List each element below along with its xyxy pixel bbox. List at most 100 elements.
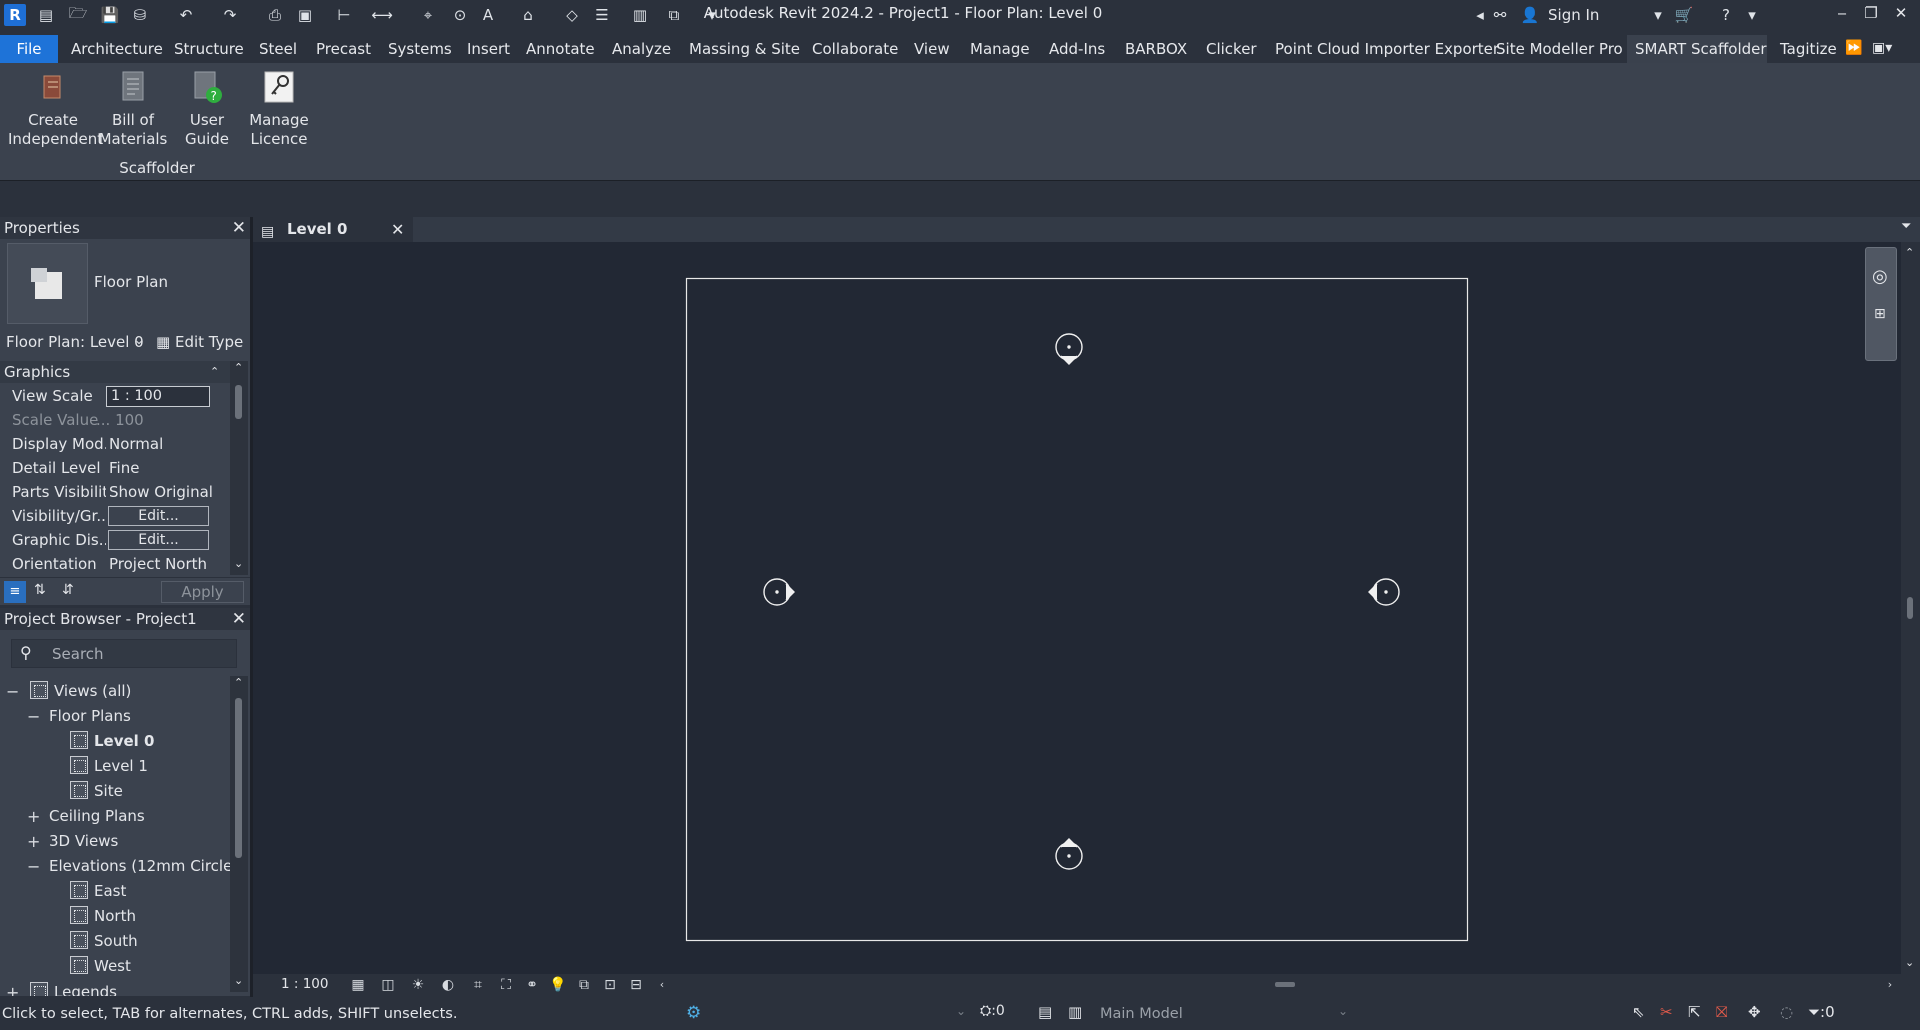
- apply-button[interactable]: Apply: [161, 581, 244, 603]
- thin-lines-icon[interactable]: ☰: [592, 5, 612, 25]
- collapse-icon[interactable]: −: [27, 854, 40, 879]
- pdf-icon[interactable]: ▣: [295, 5, 315, 25]
- canvas-vertical-scrollbar[interactable]: ⌃ ⌄: [1901, 242, 1920, 976]
- tag-icon[interactable]: ⌖: [418, 5, 438, 25]
- chevron-down-icon[interactable]: ▾: [1648, 5, 1668, 25]
- sort-descending-icon[interactable]: ⇵: [62, 582, 74, 598]
- crop-region[interactable]: [685, 277, 1469, 942]
- tab-view[interactable]: View: [906, 35, 958, 63]
- west-elevation-marker[interactable]: [763, 578, 795, 606]
- canvas-v-thumb[interactable]: [1907, 597, 1913, 619]
- close-icon[interactable]: ✕: [232, 608, 246, 630]
- user-guide-button[interactable]: ? User Guide: [168, 69, 246, 149]
- chevron-left-icon[interactable]: ◂: [1470, 5, 1490, 25]
- prop-row-orientation[interactable]: Orientation Project North: [0, 552, 228, 576]
- display-model-value[interactable]: Normal: [109, 432, 225, 456]
- visual-style-icon[interactable]: ◫: [379, 976, 397, 994]
- tab-list-chevron-icon[interactable]: ⏷: [1901, 219, 1911, 234]
- browser-scroll-thumb[interactable]: [235, 698, 242, 858]
- expand-icon[interactable]: +: [6, 980, 19, 996]
- edit-type-button[interactable]: ▦ Edit Type: [156, 333, 243, 351]
- workset-dropdown-icon[interactable]: ⌄: [956, 1004, 966, 1018]
- tab-barbox[interactable]: BARBOX: [1117, 35, 1195, 63]
- tab-file[interactable]: File: [0, 35, 58, 63]
- text-icon[interactable]: A: [478, 5, 498, 25]
- minimize-button[interactable]: ‒: [1829, 4, 1855, 26]
- scroll-left-icon[interactable]: ‹: [653, 976, 671, 994]
- crop-region-icon[interactable]: ⛶: [497, 976, 515, 994]
- tab-point-cloud[interactable]: Point Cloud Importer Exporter: [1267, 35, 1507, 63]
- more-tabs-icon[interactable]: ⏩: [1845, 40, 1862, 56]
- tree-level-1[interactable]: Level 1: [70, 754, 148, 779]
- close-icon[interactable]: ✕: [232, 217, 246, 239]
- sort-ascending-icon[interactable]: ⇅: [34, 582, 46, 598]
- view-scale-control[interactable]: 1 : 100: [281, 976, 329, 992]
- cart-icon[interactable]: 🛒: [1674, 5, 1694, 25]
- undo-icon[interactable]: ↶: [176, 5, 196, 25]
- prop-row-parts-visibility[interactable]: Parts Visibility Show Original: [0, 480, 228, 504]
- sun-path-icon[interactable]: ☀: [409, 976, 427, 994]
- tab-smart-scaffolder[interactable]: SMART Scaffolder: [1627, 35, 1767, 63]
- expand-icon[interactable]: +: [27, 804, 40, 829]
- scroll-up-icon[interactable]: ⌃: [234, 361, 243, 374]
- graphic-display-edit-button[interactable]: Edit...: [108, 530, 209, 550]
- manage-licence-button[interactable]: Manage Licence: [246, 69, 312, 149]
- tree-level-0[interactable]: Level 0: [70, 729, 154, 754]
- instance-selector[interactable]: Floor Plan: Level 0: [6, 333, 144, 351]
- revit-app-icon[interactable]: R: [4, 4, 26, 26]
- analytical-model-icon[interactable]: ⊟: [627, 976, 645, 994]
- tab-massing-site[interactable]: Massing & Site: [681, 35, 808, 63]
- model-selector[interactable]: Main Model: [1100, 1006, 1183, 1022]
- background-processes-icon[interactable]: ◌: [1780, 1003, 1793, 1021]
- save-icon[interactable]: 💾: [100, 5, 120, 25]
- reveal-hidden-icon[interactable]: 💡: [549, 976, 567, 994]
- tab-add-ins[interactable]: Add-Ins: [1041, 35, 1113, 63]
- properties-scrollbar[interactable]: ⌃ ⌄: [230, 361, 248, 575]
- tab-architecture[interactable]: Architecture: [63, 35, 171, 63]
- close-window-button[interactable]: ✕: [1888, 4, 1914, 26]
- zoom-icon[interactable]: ⊞: [1874, 306, 1886, 322]
- orientation-value[interactable]: Project North: [109, 552, 225, 576]
- tab-systems[interactable]: Systems: [380, 35, 460, 63]
- close-tab-icon[interactable]: ✕: [391, 217, 404, 242]
- collapse-icon[interactable]: −: [6, 679, 19, 704]
- sign-in-link[interactable]: Sign In: [1548, 6, 1599, 24]
- redo-icon[interactable]: ↷: [220, 5, 240, 25]
- tab-precast[interactable]: Precast: [308, 35, 379, 63]
- open-icon[interactable]: 🗁: [68, 4, 88, 25]
- restore-button[interactable]: ❐: [1858, 4, 1884, 26]
- search-input[interactable]: ⚲ Search: [11, 639, 237, 668]
- canvas-h-thumb[interactable]: [1275, 982, 1295, 987]
- east-elevation-marker[interactable]: [1368, 578, 1400, 606]
- 3d-view-icon[interactable]: ⊙: [450, 5, 470, 25]
- detail-level-value[interactable]: Fine: [109, 456, 225, 480]
- filter-icon[interactable]: ⏷:0: [1808, 1003, 1835, 1021]
- scroll-down-icon[interactable]: ⌄: [234, 557, 243, 570]
- scroll-down-icon[interactable]: ⌄: [1905, 956, 1914, 969]
- panel-toggle-icon[interactable]: ▣▾: [1872, 40, 1892, 56]
- shadows-icon[interactable]: ◐: [439, 976, 457, 994]
- parts-visibility-value[interactable]: Show Original: [109, 480, 225, 504]
- tab-annotate[interactable]: Annotate: [518, 35, 603, 63]
- tab-structure[interactable]: Structure: [166, 35, 252, 63]
- north-elevation-marker[interactable]: [1055, 333, 1083, 365]
- expand-icon[interactable]: +: [27, 829, 40, 854]
- customize-qat-icon[interactable]: ▾: [702, 5, 722, 25]
- select-pinned-icon[interactable]: ⇱: [1688, 1003, 1701, 1021]
- user-icon[interactable]: 👤: [1520, 5, 1540, 25]
- help-icon[interactable]: ?: [1716, 5, 1736, 25]
- crop-view-icon[interactable]: ⌗: [469, 976, 487, 994]
- select-links-icon[interactable]: ⇖: [1632, 1003, 1645, 1021]
- tab-clicker[interactable]: Clicker: [1198, 35, 1265, 63]
- sync-icon[interactable]: ⛁: [130, 5, 150, 25]
- instance-selector-chevron-icon[interactable]: ⌄: [134, 333, 144, 347]
- close-hidden-icon[interactable]: ▥: [630, 5, 650, 25]
- binoculars-icon[interactable]: ⚯: [1490, 5, 1510, 25]
- home-icon[interactable]: ▤: [36, 5, 56, 25]
- browser-scrollbar[interactable]: ⌃ ⌄: [230, 676, 248, 992]
- tab-steel[interactable]: Steel: [251, 35, 305, 63]
- dimension-icon[interactable]: ⟷: [371, 5, 393, 25]
- tab-manage[interactable]: Manage: [962, 35, 1038, 63]
- print-icon[interactable]: ⎙: [265, 5, 285, 25]
- tree-north[interactable]: North: [70, 904, 136, 929]
